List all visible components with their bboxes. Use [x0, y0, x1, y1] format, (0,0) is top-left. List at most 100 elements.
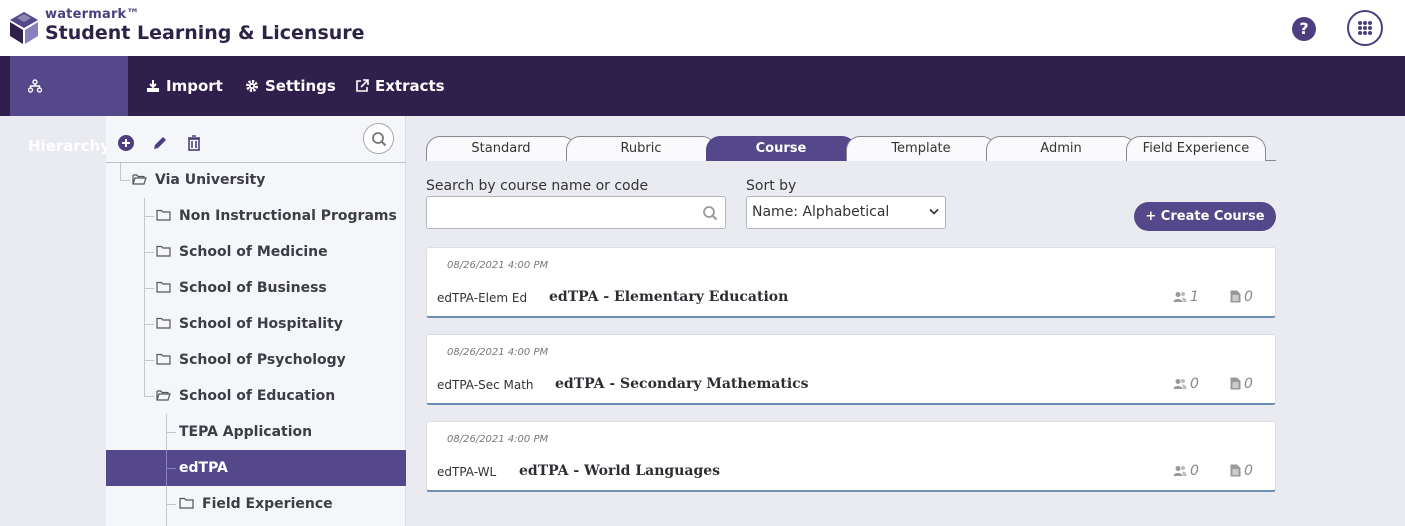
help-button[interactable]: ?	[1292, 17, 1316, 41]
tab-field-experience[interactable]: Field Experience	[1126, 136, 1266, 161]
chevron-down-icon	[929, 208, 939, 215]
course-docs-count: 0	[1230, 289, 1253, 305]
docs-count: 0	[1244, 289, 1253, 305]
users-icon	[1173, 379, 1187, 389]
tree-item-field-experience[interactable]: Field Experience	[179, 486, 333, 522]
tree-item-business[interactable]: School of Business	[156, 270, 327, 306]
tab-rubric[interactable]: Rubric	[566, 136, 716, 161]
grid-dot-icon	[1358, 31, 1362, 35]
add-circle-icon[interactable]	[117, 134, 135, 152]
course-name[interactable]: edTPA - Secondary Mathematics	[555, 376, 809, 392]
tree-item-label: School of Business	[179, 280, 327, 296]
tree-line	[144, 252, 154, 253]
users-count: 1	[1190, 289, 1199, 305]
folder-icon	[156, 353, 171, 365]
tree-search-button[interactable]	[363, 123, 394, 154]
course-docs-count: 0	[1230, 376, 1253, 392]
course-code: edTPA-Elem Ed	[437, 291, 528, 305]
grid-dot-icon	[1363, 21, 1367, 25]
search-label: Search by course name or code	[426, 178, 649, 194]
course-code: edTPA-WL	[437, 465, 497, 479]
tree-item-label: Field Experience	[202, 496, 333, 512]
nav-import[interactable]: Import	[128, 56, 228, 116]
grid-dot-icon	[1363, 26, 1367, 30]
course-name[interactable]: edTPA - World Languages	[519, 463, 720, 479]
nav-hierarchy[interactable]: Hierarchy	[10, 56, 128, 155]
tree-line	[144, 288, 154, 289]
tab-admin[interactable]: Admin	[986, 136, 1136, 161]
course-search-input[interactable]	[427, 197, 697, 228]
tree-item-via-university[interactable]: Via University	[132, 162, 265, 198]
tree-item-education[interactable]: School of Education	[156, 378, 335, 414]
app-header: watermark™ Student Learning & Licensure …	[0, 0, 1405, 56]
course-users-count: 0	[1173, 463, 1199, 479]
tab-course[interactable]: Course	[706, 136, 856, 161]
pencil-icon[interactable]	[151, 134, 169, 152]
tab-standard[interactable]: Standard	[426, 136, 576, 161]
hierarchy-icon	[28, 79, 42, 93]
course-code: edTPA-Sec Math	[437, 378, 534, 392]
course-name[interactable]: edTPA - Elementary Education	[549, 289, 788, 305]
folder-icon	[156, 281, 171, 293]
users-icon	[1173, 292, 1187, 302]
apps-grid-button[interactable]	[1347, 10, 1383, 46]
nav-settings[interactable]: Settings	[227, 56, 337, 116]
sort-select[interactable]: Name: Alphabetical	[746, 196, 946, 229]
tree-item-tepa-application[interactable]: TEPA Application	[179, 414, 312, 450]
tree-item-label: School of Psychology	[179, 352, 346, 368]
folder-open-icon	[132, 174, 147, 185]
tab-template[interactable]: Template	[846, 136, 996, 161]
tree-item-hospitality[interactable]: School of Hospitality	[156, 306, 343, 342]
tree-item-label: School of Hospitality	[179, 316, 343, 332]
tree-item-label: Non Instructional Programs	[179, 208, 397, 224]
folder-icon	[156, 209, 171, 221]
tree-line	[144, 324, 154, 325]
course-search-field	[426, 196, 726, 229]
folder-icon	[156, 245, 171, 257]
course-card[interactable]: 08/26/2021 4:00 PM edTPA-Elem Ed edTPA -…	[426, 247, 1276, 318]
create-course-button[interactable]: + Create Course	[1134, 202, 1276, 231]
document-icon	[1230, 290, 1241, 303]
brand-name: watermark™	[45, 7, 140, 22]
search-icon[interactable]	[702, 205, 718, 221]
course-card[interactable]: 08/26/2021 4:00 PM edTPA-WL edTPA - Worl…	[426, 421, 1276, 492]
search-icon	[372, 132, 387, 147]
document-icon	[1230, 464, 1241, 477]
course-users-count: 0	[1173, 376, 1199, 392]
external-link-icon	[356, 79, 369, 92]
users-icon	[1173, 466, 1187, 476]
tree-item-label: Via University	[155, 172, 266, 188]
main-nav: Hierarchy Import Settings Extracts	[0, 56, 1405, 155]
tree-line	[166, 432, 176, 433]
tree-item-label: School of Education	[179, 388, 336, 404]
course-card[interactable]: 08/26/2021 4:00 PM edTPA-Sec Math edTPA …	[426, 334, 1276, 405]
nav-hierarchy-label: Hierarchy	[28, 137, 111, 155]
nav-extracts[interactable]: Extracts	[337, 56, 447, 116]
gear-icon	[246, 80, 258, 92]
trash-icon[interactable]	[185, 134, 203, 152]
hierarchy-panel: Via University Non Instructional Program…	[106, 116, 406, 526]
grid-dot-icon	[1368, 31, 1372, 35]
tree-item-medicine[interactable]: School of Medicine	[156, 234, 328, 270]
grid-dot-icon	[1363, 31, 1367, 35]
tree-item-edtpa[interactable]: edTPA	[106, 450, 406, 486]
product-name: Student Learning & Licensure	[45, 22, 365, 44]
sort-label: Sort by	[746, 178, 797, 194]
course-date: 08/26/2021 4:00 PM	[447, 347, 549, 358]
main-content: Standard Rubric Course Template Admin Fi…	[406, 116, 1405, 526]
grid-dot-icon	[1358, 26, 1362, 30]
nav-settings-label: Settings	[265, 77, 336, 95]
tree-line	[166, 468, 176, 469]
tree-item-label: TEPA Application	[179, 424, 313, 440]
tab-strip: Standard Rubric Course Template Admin Fi…	[426, 136, 1276, 161]
grid-dot-icon	[1368, 26, 1372, 30]
tree-line	[144, 198, 145, 396]
docs-count: 0	[1244, 463, 1253, 479]
tree-item-psychology[interactable]: School of Psychology	[156, 342, 346, 378]
course-docs-count: 0	[1230, 463, 1253, 479]
folder-icon	[179, 497, 194, 509]
tree-line	[144, 396, 154, 397]
tree-item-label: School of Medicine	[179, 244, 328, 260]
tree-item-non-instructional[interactable]: Non Instructional Programs	[156, 198, 397, 234]
docs-count: 0	[1244, 376, 1253, 392]
